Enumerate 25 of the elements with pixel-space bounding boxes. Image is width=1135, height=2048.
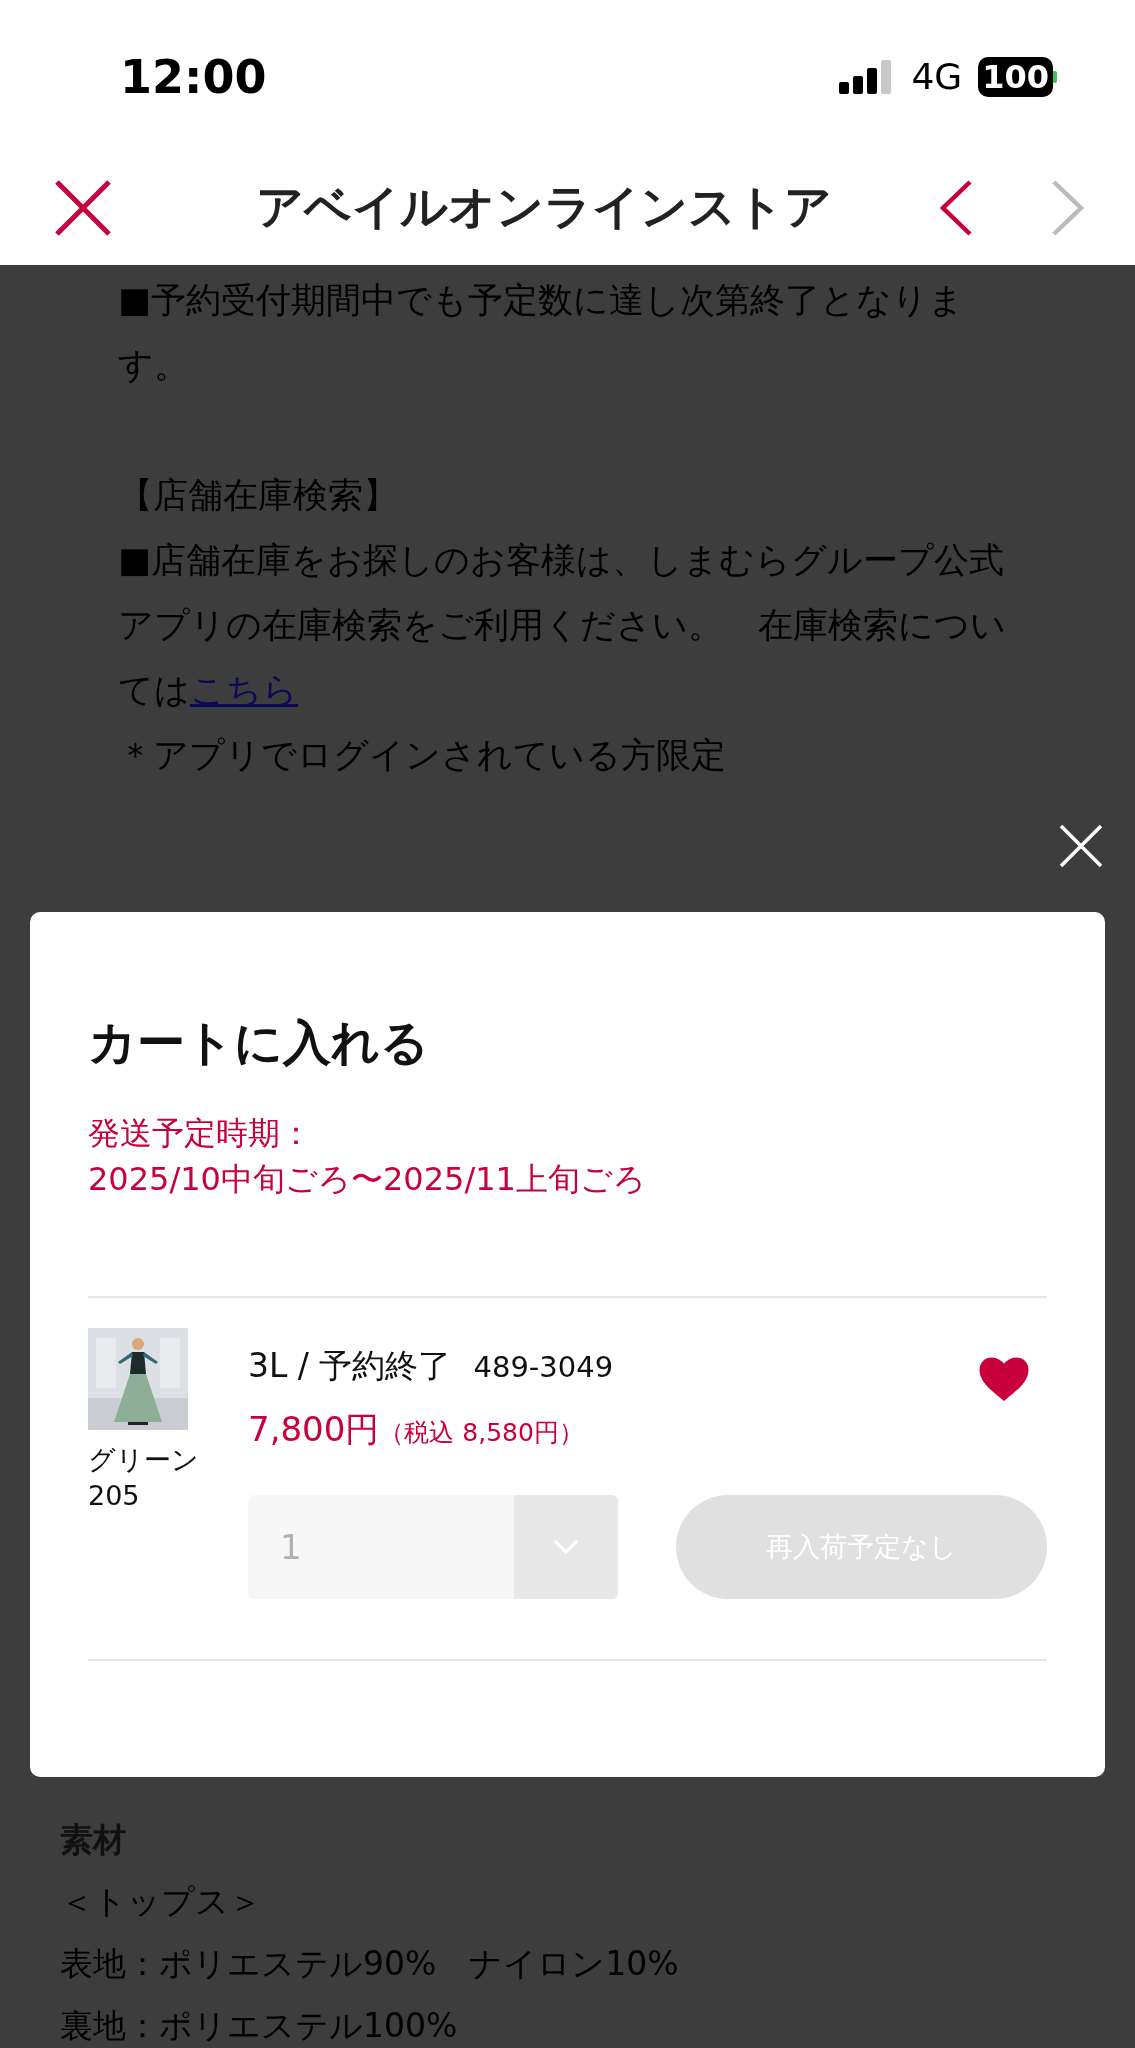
status-time: 12:00 [120, 48, 267, 106]
heart-icon [979, 1357, 1029, 1401]
section-heading: 【店舗在庫検索】 [118, 474, 399, 517]
color-name: グリーン [88, 1443, 200, 1477]
material-line: 裏地：ポリエステル100% [60, 2005, 459, 2047]
size-status: 3L / 予約終了 [248, 1345, 452, 1387]
tax-included-price: （税込 8,580円） [379, 1417, 584, 1449]
price: 7,800円 [248, 1408, 380, 1451]
chevron-left-icon [939, 178, 973, 237]
product-code: 489-3049 [473, 1349, 614, 1386]
note-text: ＊アプリでログインされている方限定 [118, 734, 727, 777]
shipping-label: 発送予定時期： [88, 1113, 313, 1154]
close-icon [54, 178, 112, 237]
material-line: ＜トップス＞ [60, 1881, 263, 1923]
notice-text: ■予約受付期間中でも予定数に達し次第終了となります。 [118, 279, 966, 387]
close-button[interactable] [1057, 822, 1105, 870]
close-icon [1059, 824, 1103, 868]
dialog-title: カートに入れる [88, 1013, 430, 1072]
battery-indicator: 100 [978, 57, 1057, 97]
color-code: 205 [88, 1479, 141, 1513]
chevron-right-icon [1051, 178, 1085, 237]
material-line: 表地：ポリエステル90% ナイロン10% [60, 1943, 680, 1985]
shipping-period: 2025/10中旬ごろ〜2025/11上旬ごろ [88, 1159, 647, 1200]
network-label: 4G [911, 55, 963, 99]
header-title: アベイルオンラインストア [256, 178, 832, 237]
